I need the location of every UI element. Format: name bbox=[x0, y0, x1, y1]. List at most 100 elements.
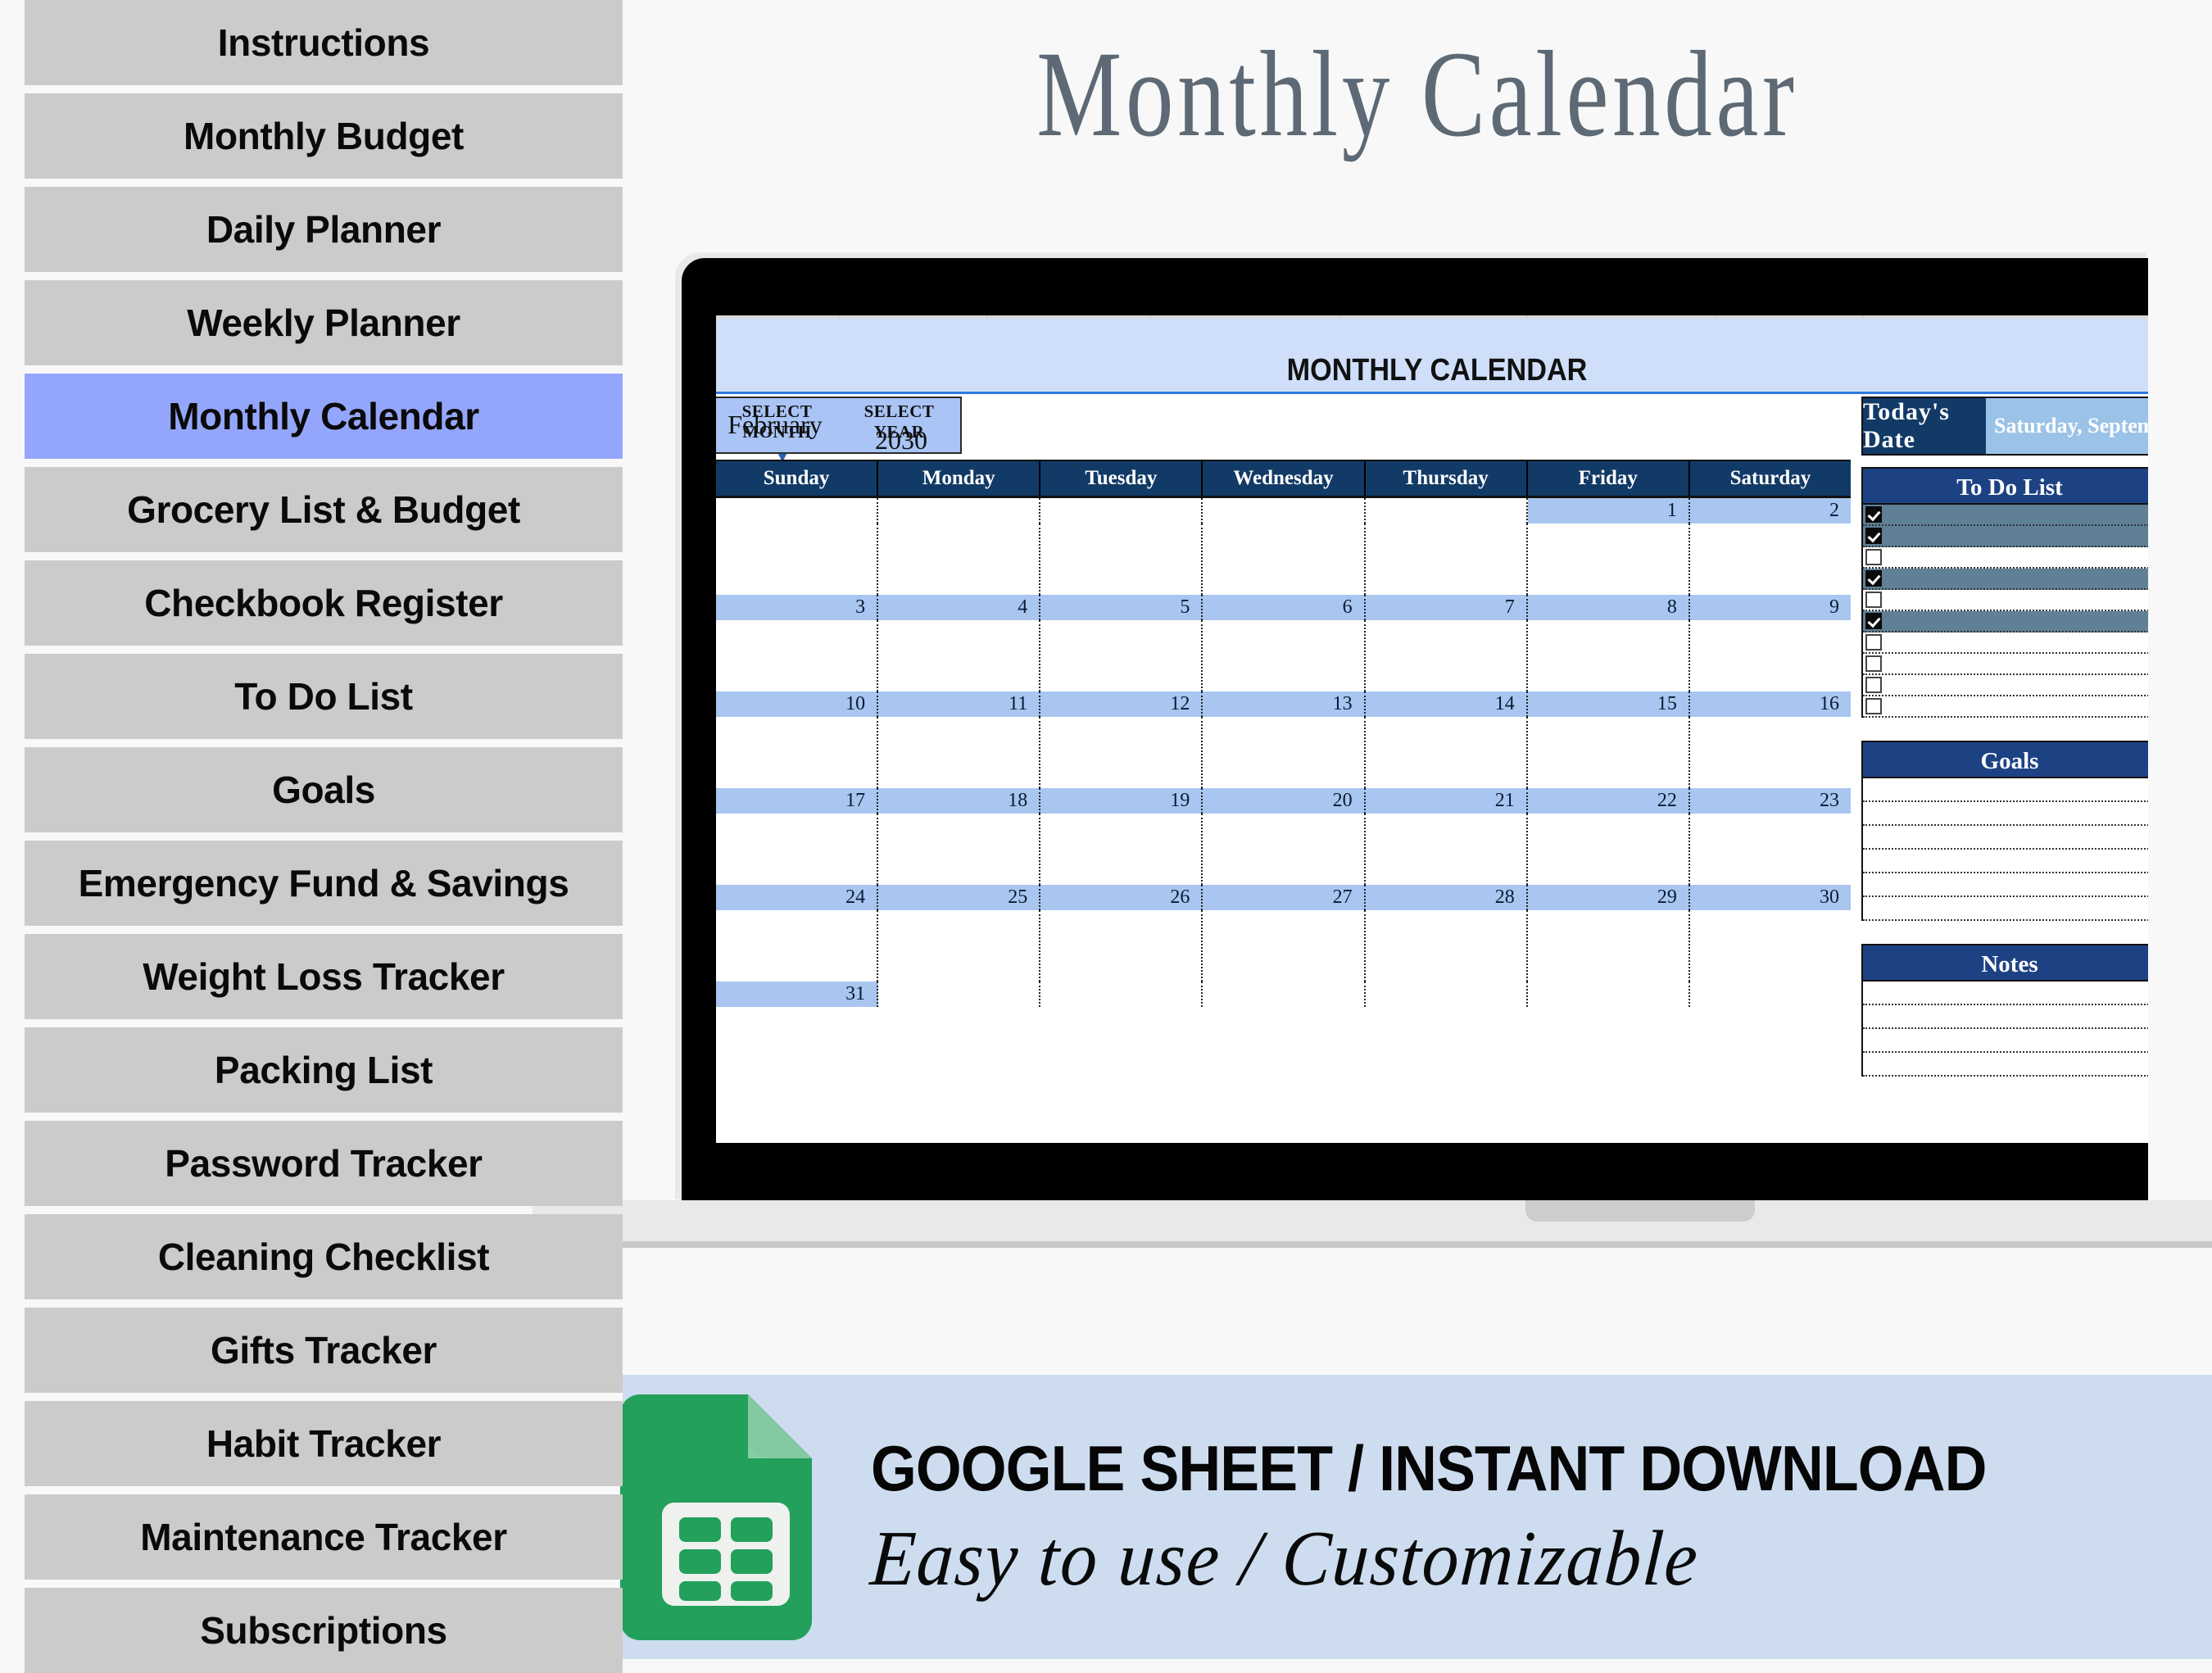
note-line[interactable] bbox=[1863, 1029, 2148, 1053]
calendar-event-cell[interactable] bbox=[1690, 524, 1851, 595]
calendar-date-cell[interactable]: 31 bbox=[716, 982, 879, 1007]
checkbox-unchecked-icon[interactable] bbox=[1865, 655, 1882, 672]
calendar-event-cell[interactable] bbox=[1040, 814, 1203, 885]
checkbox-unchecked-icon[interactable] bbox=[1865, 677, 1882, 693]
calendar-date-cell[interactable]: 16 bbox=[1690, 691, 1851, 717]
calendar-event-cell[interactable] bbox=[1366, 910, 1528, 982]
todo-row[interactable] bbox=[1863, 590, 2148, 611]
calendar-event-cell[interactable] bbox=[1690, 717, 1851, 788]
sidebar-item-maintenance-tracker[interactable]: Maintenance Tracker bbox=[25, 1494, 623, 1580]
checkbox-checked-icon[interactable] bbox=[1865, 506, 1882, 523]
checkbox-unchecked-icon[interactable] bbox=[1865, 698, 1882, 714]
calendar-date-cell[interactable]: 29 bbox=[1528, 885, 1690, 910]
sidebar-item-habit-tracker[interactable]: Habit Tracker bbox=[25, 1401, 623, 1486]
calendar-date-cell[interactable]: 19 bbox=[1040, 788, 1203, 814]
goal-line[interactable] bbox=[1863, 897, 2148, 921]
sidebar-item-subscriptions[interactable]: Subscriptions bbox=[25, 1588, 623, 1673]
month-year-selector[interactable]: SELECT MONTH SELECT YEAR February ▼ 2030 bbox=[716, 397, 962, 465]
calendar-date-cell[interactable]: 15 bbox=[1528, 691, 1690, 717]
year-value-input[interactable]: 2030 bbox=[842, 425, 960, 456]
sidebar-item-instructions[interactable]: Instructions bbox=[25, 0, 623, 85]
checkbox-checked-icon[interactable] bbox=[1865, 613, 1882, 629]
calendar-event-cell[interactable] bbox=[1203, 524, 1366, 595]
calendar-event-cell[interactable] bbox=[1203, 717, 1366, 788]
sidebar-item-to-do-list[interactable]: To Do List bbox=[25, 654, 623, 739]
calendar-event-area[interactable] bbox=[716, 620, 1851, 691]
calendar-event-cell[interactable] bbox=[878, 620, 1041, 691]
calendar-date-cell-empty[interactable] bbox=[878, 498, 1041, 524]
calendar-event-cell[interactable] bbox=[1203, 910, 1366, 982]
checkbox-checked-icon[interactable] bbox=[1865, 528, 1882, 544]
sidebar-item-cleaning-checklist[interactable]: Cleaning Checklist bbox=[25, 1214, 623, 1299]
sidebar-item-monthly-calendar[interactable]: Monthly Calendar bbox=[25, 374, 623, 459]
sidebar-item-password-tracker[interactable]: Password Tracker bbox=[25, 1121, 623, 1206]
todo-row[interactable] bbox=[1863, 611, 2148, 632]
calendar-event-cell[interactable] bbox=[878, 717, 1041, 788]
calendar-event-cell[interactable] bbox=[1203, 620, 1366, 691]
sidebar-item-daily-planner[interactable]: Daily Planner bbox=[25, 187, 623, 272]
calendar-date-cell[interactable]: 13 bbox=[1203, 691, 1366, 717]
calendar-date-cell[interactable]: 22 bbox=[1528, 788, 1690, 814]
calendar-event-cell[interactable] bbox=[1528, 814, 1690, 885]
calendar-event-cell[interactable] bbox=[716, 717, 879, 788]
calendar-date-cell[interactable]: 18 bbox=[878, 788, 1041, 814]
calendar-event-cell[interactable] bbox=[1528, 717, 1690, 788]
calendar-event-cell[interactable] bbox=[1040, 524, 1203, 595]
calendar-date-cell[interactable]: 30 bbox=[1690, 885, 1851, 910]
goal-line[interactable] bbox=[1863, 778, 2148, 802]
todo-row[interactable] bbox=[1863, 632, 2148, 654]
todo-row[interactable] bbox=[1863, 547, 2148, 569]
todo-row[interactable] bbox=[1863, 526, 2148, 547]
sidebar-item-goals[interactable]: Goals bbox=[25, 747, 623, 832]
calendar-event-cell[interactable] bbox=[1040, 717, 1203, 788]
goal-line[interactable] bbox=[1863, 802, 2148, 826]
calendar-date-cell[interactable]: 17 bbox=[716, 788, 879, 814]
calendar-date-cell[interactable]: 14 bbox=[1366, 691, 1528, 717]
calendar-date-cell-empty[interactable] bbox=[1203, 498, 1366, 524]
calendar-event-cell[interactable] bbox=[716, 620, 879, 691]
calendar-date-cell[interactable]: 7 bbox=[1366, 595, 1528, 620]
note-line[interactable] bbox=[1863, 982, 2148, 1005]
goal-line[interactable] bbox=[1863, 826, 2148, 850]
calendar-date-cell[interactable]: 24 bbox=[716, 885, 879, 910]
calendar-date-cell[interactable]: 20 bbox=[1203, 788, 1366, 814]
sidebar-item-checkbook-register[interactable]: Checkbook Register bbox=[25, 560, 623, 646]
calendar-date-cell[interactable]: 21 bbox=[1366, 788, 1528, 814]
calendar-event-cell[interactable] bbox=[1203, 814, 1366, 885]
calendar-date-cell[interactable]: 6 bbox=[1203, 595, 1366, 620]
calendar-event-cell[interactable] bbox=[1366, 717, 1528, 788]
calendar-date-cell[interactable]: 10 bbox=[716, 691, 879, 717]
sidebar-item-emergency-fund-savings[interactable]: Emergency Fund & Savings bbox=[25, 841, 623, 926]
calendar-date-cell-empty[interactable] bbox=[878, 982, 1041, 1007]
todo-row[interactable] bbox=[1863, 569, 2148, 590]
goal-line[interactable] bbox=[1863, 850, 2148, 873]
checkbox-checked-icon[interactable] bbox=[1865, 570, 1882, 587]
calendar-date-cell-empty[interactable] bbox=[1040, 498, 1203, 524]
calendar-event-cell[interactable] bbox=[716, 814, 879, 885]
calendar-date-cell[interactable]: 12 bbox=[1040, 691, 1203, 717]
calendar-date-cell-empty[interactable] bbox=[1040, 982, 1203, 1007]
checkbox-unchecked-icon[interactable] bbox=[1865, 592, 1882, 608]
todo-row[interactable] bbox=[1863, 505, 2148, 526]
calendar-event-area[interactable] bbox=[716, 717, 1851, 788]
calendar-date-cell[interactable]: 23 bbox=[1690, 788, 1851, 814]
calendar-event-cell[interactable] bbox=[1366, 524, 1528, 595]
calendar-event-cell[interactable] bbox=[1366, 814, 1528, 885]
calendar-event-cell[interactable] bbox=[1528, 524, 1690, 595]
calendar-event-area[interactable] bbox=[716, 910, 1851, 982]
calendar-event-cell[interactable] bbox=[716, 524, 879, 595]
calendar-event-cell[interactable] bbox=[878, 524, 1041, 595]
calendar-event-cell[interactable] bbox=[878, 910, 1041, 982]
calendar-event-cell[interactable] bbox=[1040, 910, 1203, 982]
calendar-event-cell[interactable] bbox=[1690, 620, 1851, 691]
calendar-date-cell[interactable]: 5 bbox=[1040, 595, 1203, 620]
calendar-date-cell[interactable]: 28 bbox=[1366, 885, 1528, 910]
calendar-event-cell[interactable] bbox=[1366, 620, 1528, 691]
calendar-date-cell-empty[interactable] bbox=[1527, 982, 1690, 1007]
calendar-event-cell[interactable] bbox=[1040, 620, 1203, 691]
calendar-date-cell[interactable]: 2 bbox=[1690, 498, 1851, 524]
calendar-date-cell[interactable]: 8 bbox=[1528, 595, 1690, 620]
todo-row[interactable] bbox=[1863, 675, 2148, 696]
calendar-event-cell[interactable] bbox=[1690, 910, 1851, 982]
calendar-date-cell[interactable]: 25 bbox=[878, 885, 1041, 910]
